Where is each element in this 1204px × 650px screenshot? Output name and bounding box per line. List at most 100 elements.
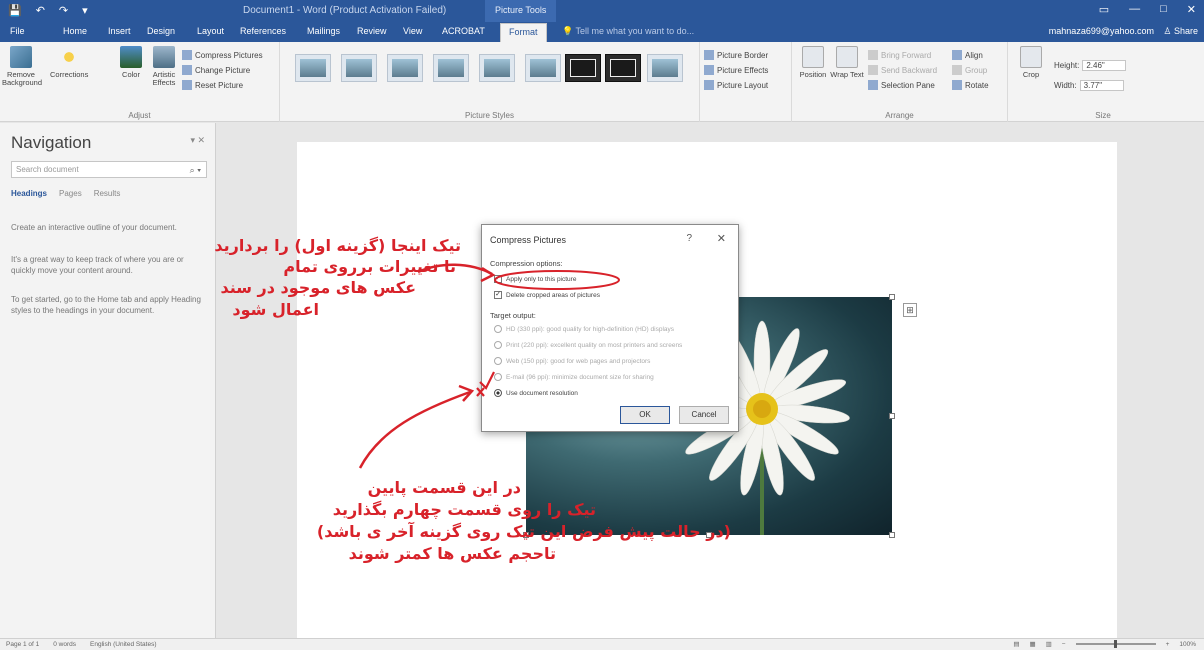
picture-style-9[interactable] [647, 54, 683, 82]
tab-home[interactable]: Home [63, 26, 87, 36]
reset-picture-label: Reset Picture [195, 80, 244, 90]
picture-effects-button[interactable]: Picture Effects [704, 65, 768, 75]
compress-pictures-label: Compress Pictures [195, 50, 263, 60]
tab-acrobat[interactable]: ACROBAT [442, 26, 485, 36]
tab-pages[interactable]: Pages [59, 189, 82, 198]
picture-border-button[interactable]: Picture Border [704, 50, 768, 60]
share-button[interactable]: ♙ Share [1163, 26, 1198, 37]
maximize-icon[interactable]: □ [1160, 3, 1167, 16]
target-option-print[interactable]: Print (220 ppi): excellent quality on mo… [494, 341, 682, 349]
tab-results[interactable]: Results [94, 189, 121, 198]
tab-mailings[interactable]: Mailings [307, 26, 340, 36]
zoom-slider[interactable] [1075, 640, 1156, 648]
navigation-close-icon[interactable]: ▾ ✕ [190, 135, 205, 146]
selection-pane-button[interactable]: Selection Pane [868, 80, 935, 90]
wrap-text-button[interactable]: Wrap Text [828, 46, 866, 79]
read-mode-icon[interactable]: ▤ [1013, 640, 1019, 648]
page-count[interactable]: Page 1 of 1 [6, 641, 39, 648]
navigation-search-input[interactable]: Search document ⌕ ▾ [11, 161, 207, 178]
proofing-language[interactable]: English (United States) [90, 641, 156, 648]
tab-file[interactable]: File [10, 26, 25, 36]
zoom-level[interactable]: 100% [1179, 641, 1196, 648]
change-picture-button[interactable]: Change Picture [182, 65, 250, 75]
delete-cropped-option[interactable]: ✓ Delete cropped areas of pictures [494, 291, 600, 299]
tab-insert[interactable]: Insert [108, 26, 131, 36]
tab-format[interactable]: Format [500, 23, 547, 42]
tell-me-search[interactable]: 💡 Tell me what you want to do... [562, 26, 694, 37]
document-resolution-radio[interactable] [494, 389, 502, 397]
minimize-icon[interactable]: — [1129, 3, 1140, 16]
resize-handle-e[interactable] [889, 413, 895, 419]
crop-button[interactable]: Crop [1012, 46, 1050, 79]
rotate-button[interactable]: Rotate [952, 80, 989, 90]
redo-icon[interactable]: ↷ [59, 4, 68, 17]
corrections-button[interactable]: Corrections [50, 46, 88, 79]
tab-headings[interactable]: Headings [11, 189, 47, 198]
email-radio[interactable] [494, 373, 502, 381]
picture-style-5[interactable] [479, 54, 515, 82]
ok-button[interactable]: OK [620, 406, 670, 424]
save-icon[interactable]: 💾 [8, 4, 22, 17]
user-account[interactable]: mahnaza699@yahoo.com [1049, 26, 1154, 36]
hd-radio[interactable] [494, 325, 502, 333]
target-option-email[interactable]: E-mail (96 ppi): minimize document size … [494, 373, 654, 381]
width-label: Width: [1054, 81, 1077, 90]
web-label: Web (150 ppi): good for web pages and pr… [506, 357, 651, 365]
tab-view[interactable]: View [403, 26, 422, 36]
delete-cropped-label: Delete cropped areas of pictures [506, 291, 600, 299]
compress-pictures-button[interactable]: Compress Pictures [182, 50, 263, 60]
resize-handle-ne[interactable] [889, 294, 895, 300]
picture-style-7[interactable] [565, 54, 601, 82]
picture-style-1[interactable] [295, 54, 331, 82]
zoom-in-icon[interactable]: + [1166, 641, 1170, 648]
picture-style-3[interactable] [387, 54, 423, 82]
resize-handle-se[interactable] [889, 532, 895, 538]
close-icon[interactable]: ✕ [717, 232, 726, 245]
ribbon-display-icon[interactable]: ▭ [1099, 3, 1109, 16]
web-layout-icon[interactable]: ▥ [1046, 640, 1052, 648]
picture-style-4[interactable] [433, 54, 469, 82]
search-icon[interactable]: ⌕ ▾ [190, 165, 201, 176]
close-icon[interactable]: ✕ [1187, 3, 1196, 16]
remove-background-label: Remove Background [2, 70, 43, 88]
width-input[interactable]: 3.77" [1079, 80, 1124, 91]
bring-forward-label: Bring Forward [881, 50, 932, 60]
width-field[interactable]: Width: 3.77" [1054, 80, 1124, 91]
word-count[interactable]: 0 words [53, 641, 76, 648]
help-icon[interactable]: ? [686, 233, 692, 244]
position-button[interactable]: Position [794, 46, 832, 79]
tab-design[interactable]: Design [147, 26, 175, 36]
bring-forward-button[interactable]: Bring Forward [868, 50, 931, 60]
align-button[interactable]: Align [952, 50, 983, 60]
height-field[interactable]: Height: 2.46" [1054, 60, 1127, 71]
picture-style-6[interactable] [525, 54, 561, 82]
tab-layout[interactable]: Layout [197, 26, 224, 36]
picture-layout-button[interactable]: Picture Layout [704, 80, 768, 90]
apply-only-checkbox[interactable]: ✓ [494, 275, 502, 283]
picture-style-2[interactable] [341, 54, 377, 82]
artistic-effects-icon [153, 46, 175, 68]
print-layout-icon[interactable]: ▦ [1029, 640, 1035, 648]
tab-review[interactable]: Review [357, 26, 387, 36]
customize-qat-icon[interactable]: ▾ [82, 4, 88, 17]
print-radio[interactable] [494, 341, 502, 349]
height-input[interactable]: 2.46" [1082, 60, 1127, 71]
artistic-effects-button[interactable]: Artistic Effects [145, 46, 183, 88]
layout-options-icon[interactable]: ⊞ [903, 303, 917, 317]
delete-cropped-checkbox[interactable]: ✓ [494, 291, 502, 299]
apply-only-option[interactable]: ✓ Apply only to this picture [494, 275, 576, 283]
picture-styles-group: Picture Styles [280, 42, 700, 122]
target-option-document[interactable]: Use document resolution [494, 389, 578, 397]
group-button[interactable]: Group [952, 65, 987, 75]
picture-style-8[interactable] [605, 54, 641, 82]
web-radio[interactable] [494, 357, 502, 365]
cancel-button[interactable]: Cancel [679, 406, 729, 424]
send-backward-button[interactable]: Send Backward [868, 65, 937, 75]
target-option-web[interactable]: Web (150 ppi): good for web pages and pr… [494, 357, 650, 365]
tab-references[interactable]: References [240, 26, 286, 36]
reset-picture-button[interactable]: Reset Picture [182, 80, 243, 90]
target-option-hd[interactable]: HD (330 ppi): good quality for high-defi… [494, 325, 674, 333]
zoom-out-icon[interactable]: − [1062, 641, 1066, 648]
undo-icon[interactable]: ↶ [36, 4, 45, 17]
remove-background-button[interactable]: Remove Background [2, 46, 43, 88]
